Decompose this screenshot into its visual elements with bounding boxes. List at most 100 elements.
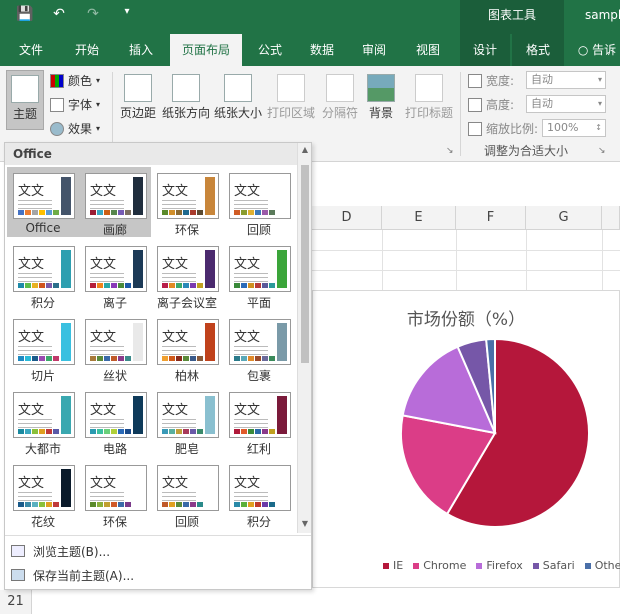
color-swatch [104, 210, 110, 215]
legend-marker [383, 562, 389, 569]
tab-page-layout[interactable]: 页面布局 [170, 34, 242, 66]
theme-tile[interactable]: 文文 积分 [223, 459, 295, 529]
dropdown-arrow-icon: ▾ [96, 124, 101, 133]
theme-tile[interactable]: 文文 环保 [151, 167, 223, 237]
tab-tell-me[interactable]: ○ 告诉 [574, 34, 620, 66]
theme-sample-text: 文文 [234, 184, 261, 199]
save-icon[interactable]: 💾 [14, 6, 36, 22]
fonts-button[interactable]: 字体 ▾ [50, 96, 100, 113]
column-header-e[interactable]: E [382, 206, 456, 230]
redo-icon[interactable]: ↷ [82, 6, 104, 22]
tab-insert[interactable]: 插入 [116, 34, 166, 66]
tab-format[interactable]: 格式 [512, 34, 564, 66]
color-swatch [262, 502, 268, 507]
save-theme-item[interactable]: 保存当前主题(A)... [11, 564, 134, 586]
legend-item[interactable]: Safari [532, 559, 575, 572]
color-swatch [197, 210, 203, 215]
colors-button[interactable]: 颜色 ▾ [50, 72, 100, 89]
column-header-h[interactable] [602, 206, 620, 230]
customize-qat-icon[interactable]: ▾ [116, 6, 138, 22]
print-titles-button[interactable]: 打印标题 [402, 74, 456, 121]
dialog-launcher-icon[interactable]: ↘ [446, 146, 454, 156]
margins-label: 页边距 [119, 106, 156, 120]
theme-preview-thumbnail: 文文 [85, 392, 147, 438]
theme-tile[interactable]: 文文 离子 [79, 240, 151, 310]
scroll-down-icon[interactable]: ▼ [298, 517, 312, 531]
scale-spinner[interactable]: 100% ↕ [542, 119, 606, 137]
color-swatch [18, 210, 24, 215]
paper-size-icon [224, 74, 252, 102]
row-header-21[interactable]: 21 [0, 590, 32, 614]
legend-item[interactable]: Other [584, 559, 620, 572]
theme-tile[interactable]: 文文 Office [7, 167, 79, 237]
ribbon-tabs: 文件 开始 插入 页面布局 公式 数据 审阅 视图 设计 格式 ○ 告诉 [0, 34, 620, 66]
browse-themes-item[interactable]: 浏览主题(B)... [11, 540, 110, 562]
color-swatch [241, 210, 247, 215]
print-area-button[interactable]: 打印区域 [266, 74, 316, 121]
pie-chart[interactable]: 市场份额（%） IE Chrome Firefox Safari Other [312, 290, 620, 588]
color-swatch [25, 283, 31, 288]
color-swatch [97, 283, 103, 288]
themes-button[interactable]: 主题 [6, 70, 44, 130]
breaks-button[interactable]: 分隔符 [320, 74, 360, 121]
column-header-f[interactable]: F [456, 206, 526, 230]
theme-color-swatches [90, 283, 131, 288]
theme-tile[interactable]: 文文 红利 [223, 386, 295, 456]
background-button[interactable]: 背景 [364, 74, 398, 121]
undo-icon[interactable]: ↶ [48, 6, 70, 22]
color-swatch [125, 429, 131, 434]
color-swatch [269, 429, 275, 434]
legend-item[interactable]: Firefox [476, 559, 523, 572]
color-swatch [53, 283, 59, 288]
fonts-icon [50, 97, 64, 112]
dialog-launcher-icon[interactable]: ↘ [598, 146, 606, 156]
color-swatch [18, 429, 24, 434]
tab-view[interactable]: 视图 [406, 34, 450, 66]
effects-button[interactable]: 效果 ▾ [50, 120, 100, 137]
tab-home[interactable]: 开始 [62, 34, 112, 66]
theme-tile[interactable]: 文文 积分 [7, 240, 79, 310]
scroll-up-icon[interactable]: ▲ [298, 143, 312, 157]
tab-file[interactable]: 文件 [6, 34, 56, 66]
theme-tile[interactable]: 文文 花纹 [7, 459, 79, 529]
tab-data[interactable]: 数据 [300, 34, 344, 66]
color-swatch [18, 283, 24, 288]
height-select[interactable]: 自动 ▾ [526, 95, 606, 113]
theme-tile[interactable]: 文文 回顾 [151, 459, 223, 529]
color-swatch [111, 502, 117, 507]
margins-button[interactable]: 页边距 [118, 74, 158, 121]
theme-tile[interactable]: 文文 切片 [7, 313, 79, 383]
size-button[interactable]: 纸张大小 [214, 74, 262, 121]
color-swatch [111, 356, 117, 361]
color-swatch [125, 210, 131, 215]
legend-item[interactable]: Chrome [413, 559, 466, 572]
width-select[interactable]: 自动 ▾ [526, 71, 606, 89]
gallery-scrollbar[interactable]: ▲ ▼ [297, 143, 311, 533]
theme-tile[interactable]: 文文 包裹 [223, 313, 295, 383]
color-swatch [46, 502, 52, 507]
theme-tile[interactable]: 文文 画廊 [79, 167, 151, 237]
theme-tile[interactable]: 文文 柏林 [151, 313, 223, 383]
scale-icon [468, 121, 482, 136]
scrollbar-thumb[interactable] [301, 165, 309, 363]
theme-sample-text: 文文 [90, 403, 117, 418]
theme-tile[interactable]: 文文 肥皂 [151, 386, 223, 456]
orientation-button[interactable]: 纸张方向 [162, 74, 210, 121]
column-header-d[interactable]: D [312, 206, 382, 230]
theme-tile[interactable]: 文文 平面 [223, 240, 295, 310]
theme-tile[interactable]: 文文 大都市 [7, 386, 79, 456]
tab-review[interactable]: 审阅 [352, 34, 396, 66]
theme-tile[interactable]: 文文 丝状 [79, 313, 151, 383]
theme-tile[interactable]: 文文 环保 [79, 459, 151, 529]
color-swatch [32, 429, 38, 434]
tab-design[interactable]: 设计 [460, 34, 510, 66]
theme-tile[interactable]: 文文 电路 [79, 386, 151, 456]
dropdown-arrow-icon: ▾ [96, 100, 101, 109]
theme-tile[interactable]: 文文 离子会议室 [151, 240, 223, 310]
legend-item[interactable]: IE [383, 559, 403, 572]
column-header-g[interactable]: G [526, 206, 602, 230]
color-swatch [46, 283, 52, 288]
color-swatch [53, 356, 59, 361]
tab-formulas[interactable]: 公式 [248, 34, 292, 66]
theme-tile[interactable]: 文文 回顾 [223, 167, 295, 237]
